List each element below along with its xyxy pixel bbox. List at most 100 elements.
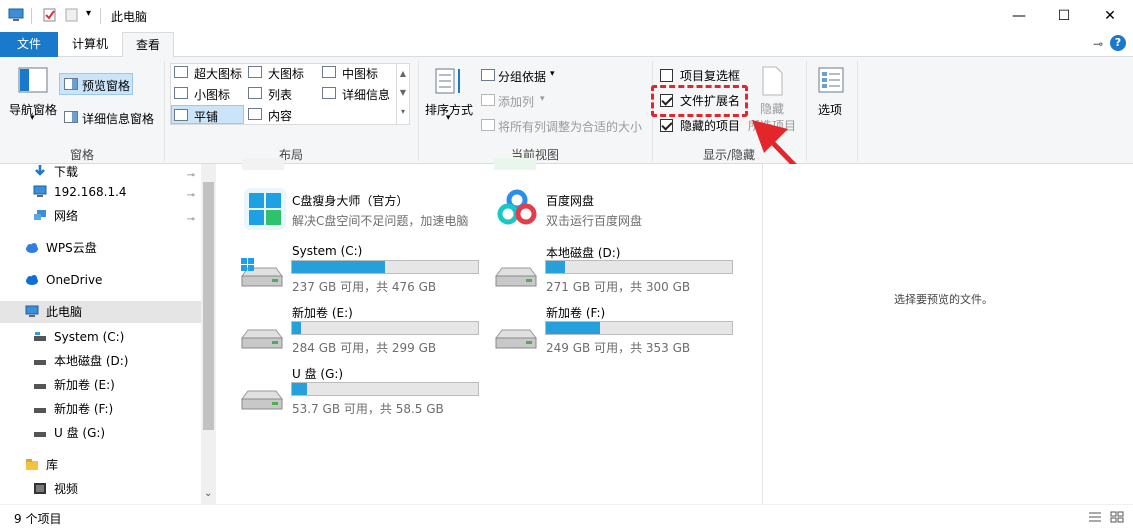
drive-usage-bar	[545, 321, 733, 335]
pin-ribbon-icon[interactable]: ⊸	[1093, 37, 1103, 51]
drive-tile-d[interactable]: 本地磁盘 (D:) 271 GB 可用，共 300 GB	[494, 242, 744, 298]
nav-item-onedrive[interactable]: OneDrive	[0, 269, 201, 291]
group-by-dropdown-icon[interactable]: ▾	[550, 69, 555, 79]
details-view-icon[interactable]	[1088, 511, 1102, 523]
drive-free-space: 237 GB 可用，共 476 GB	[292, 280, 437, 294]
sort-by-dropdown-icon[interactable]: ▾	[446, 113, 451, 123]
nav-item-label: 192.168.1.4	[54, 185, 127, 199]
cloud-icon	[26, 243, 38, 253]
monitor-icon	[25, 305, 39, 317]
large-icons-view-icon[interactable]	[1110, 511, 1124, 523]
drive-tile-g[interactable]: U 盘 (G:) 53.7 GB 可用，共 58.5 GB	[240, 365, 490, 421]
large-icons-icon	[248, 66, 262, 78]
ribbon-empty-area	[858, 57, 1133, 164]
nav-item-downloads[interactable]: 下载 ⊸	[0, 161, 201, 183]
details-pane-button[interactable]: 详细信息窗格	[82, 110, 154, 127]
navigation-pane-icon[interactable]	[18, 67, 48, 93]
hidden-items-label: 隐藏的项目	[680, 119, 741, 133]
scrollbar-thumb[interactable]	[203, 182, 214, 430]
nav-item-label: System (C:)	[54, 330, 125, 344]
layout-large-icons[interactable]: 大图标	[268, 65, 304, 82]
drive-tile-e[interactable]: 新加卷 (E:) 284 GB 可用，共 299 GB	[240, 304, 490, 360]
layout-details[interactable]: 详细信息	[342, 86, 390, 103]
add-columns-dropdown-icon[interactable]: ▾	[540, 94, 545, 104]
nav-item-volume-f[interactable]: 新加卷 (F:)	[0, 398, 201, 420]
app-tile-c-cleaner[interactable]: C盘瘦身大师（官方） 解决C盘空间不足问题，加速电脑	[240, 186, 480, 234]
drive-icon	[34, 384, 46, 389]
medium-icons-icon	[322, 66, 336, 78]
navigation-pane: 下载 ⊸ 192.168.1.4 ⊸ 网络 ⊸ WPS云盘 OneDrive 此…	[0, 164, 201, 504]
app-name: C盘瘦身大师（官方）	[292, 194, 409, 208]
help-icon[interactable]: ?	[1110, 35, 1126, 51]
scroll-down-icon[interactable]: ⌄	[204, 488, 212, 499]
tab-computer[interactable]: 计算机	[62, 32, 118, 57]
pin-icon[interactable]: ⊸	[187, 185, 195, 207]
pin-icon[interactable]: ⊸	[187, 209, 195, 231]
nav-item-label: 下载	[54, 165, 79, 179]
drive-free-space: 271 GB 可用，共 300 GB	[546, 280, 691, 294]
usb-drive-icon	[241, 390, 283, 410]
status-bar: 9 个项目	[0, 504, 1133, 529]
drive-tile-c[interactable]: System (C:) 237 GB 可用，共 476 GB	[240, 242, 490, 298]
close-button[interactable]: ✕	[1087, 0, 1133, 31]
preview-pane-label: 预览窗格	[82, 79, 131, 93]
drive-usage-fill	[292, 383, 307, 395]
computer-icon	[8, 8, 24, 21]
preview-pane: 选择要预览的文件。	[762, 164, 1133, 504]
nav-item-usb-g[interactable]: U 盘 (G:)	[0, 422, 201, 444]
nav-item-volume-e[interactable]: 新加卷 (E:)	[0, 374, 201, 396]
layout-content[interactable]: 内容	[268, 107, 292, 124]
layout-tiles-label: 平铺	[194, 110, 219, 124]
quick-access-dropdown-icon[interactable]: ▾	[86, 8, 91, 19]
nav-item-local-disk-d[interactable]: 本地磁盘 (D:)	[0, 350, 201, 372]
item-checkboxes-checkbox[interactable]	[660, 69, 673, 82]
tab-view[interactable]: 查看	[122, 32, 174, 58]
nav-item-network[interactable]: 网络 ⊸	[0, 205, 201, 227]
nav-item-videos[interactable]: 视频	[0, 478, 201, 500]
nav-item-label: 视频	[54, 482, 79, 496]
nav-item-wps-cloud[interactable]: WPS云盘	[0, 237, 201, 259]
item-count: 9 个项目	[14, 512, 62, 526]
drive-free-space: 53.7 GB 可用，共 58.5 GB	[292, 402, 444, 416]
properties-icon[interactable]	[42, 8, 58, 22]
hard-drive-icon	[495, 267, 537, 287]
layout-medium-icons[interactable]: 中图标	[342, 65, 378, 82]
extra-large-icons-icon	[174, 66, 188, 78]
navigation-scrollbar[interactable]: ⌄	[201, 164, 216, 504]
layout-gallery-scroll[interactable]: ▲ ▼ ▾	[396, 64, 409, 124]
add-columns-button[interactable]: 添加列	[498, 93, 534, 110]
nav-item-this-pc[interactable]: 此电脑	[0, 301, 201, 323]
preview-pane-icon	[64, 78, 78, 90]
new-folder-icon[interactable]	[64, 8, 80, 22]
drive-name: U 盘 (G:)	[292, 367, 344, 381]
group-by-button[interactable]: 分组依据	[498, 68, 546, 85]
layout-list[interactable]: 列表	[268, 86, 292, 103]
nav-item-label: 本地磁盘 (D:)	[54, 354, 129, 368]
details-icon	[322, 87, 336, 99]
hidden-items-checkbox[interactable]	[660, 119, 673, 132]
partial-item-icon	[242, 158, 284, 170]
minimize-button[interactable]: —	[996, 0, 1042, 31]
drive-tile-f[interactable]: 新加卷 (F:) 249 GB 可用，共 353 GB	[494, 304, 744, 360]
nav-item-label: 新加卷 (F:)	[54, 402, 114, 416]
fit-columns-button[interactable]: 将所有列调整为合适的大小	[498, 118, 642, 135]
drive-usage-bar	[545, 260, 733, 274]
layout-tiles[interactable]: 平铺	[171, 105, 244, 124]
tab-file[interactable]: 文件	[0, 32, 58, 57]
navigation-pane-dropdown-icon[interactable]: ▾	[30, 113, 35, 123]
fit-columns-icon	[481, 119, 495, 131]
layout-small-icons[interactable]: 小图标	[194, 86, 230, 103]
layout-extra-large-icons[interactable]: 超大图标	[194, 65, 242, 82]
nav-item-label: 新加卷 (E:)	[54, 378, 115, 392]
group-by-icon	[481, 69, 495, 81]
nav-item-label: 此电脑	[46, 305, 83, 319]
nav-item-libraries[interactable]: 库	[0, 454, 201, 476]
baidu-netdisk-icon	[497, 189, 537, 225]
app-tile-baidu-netdisk[interactable]: 百度网盘 双击运行百度网盘	[494, 186, 734, 234]
maximize-button[interactable]: ☐	[1041, 0, 1087, 31]
drive-name: 本地磁盘 (D:)	[546, 246, 621, 260]
ribbon-tabs: 文件 计算机 查看 ⊸ ?	[0, 32, 1133, 58]
nav-item-192-168-1-4[interactable]: 192.168.1.4 ⊸	[0, 181, 201, 203]
preview-pane-button[interactable]: 预览窗格	[59, 73, 133, 95]
nav-item-system-c[interactable]: System (C:)	[0, 326, 201, 348]
